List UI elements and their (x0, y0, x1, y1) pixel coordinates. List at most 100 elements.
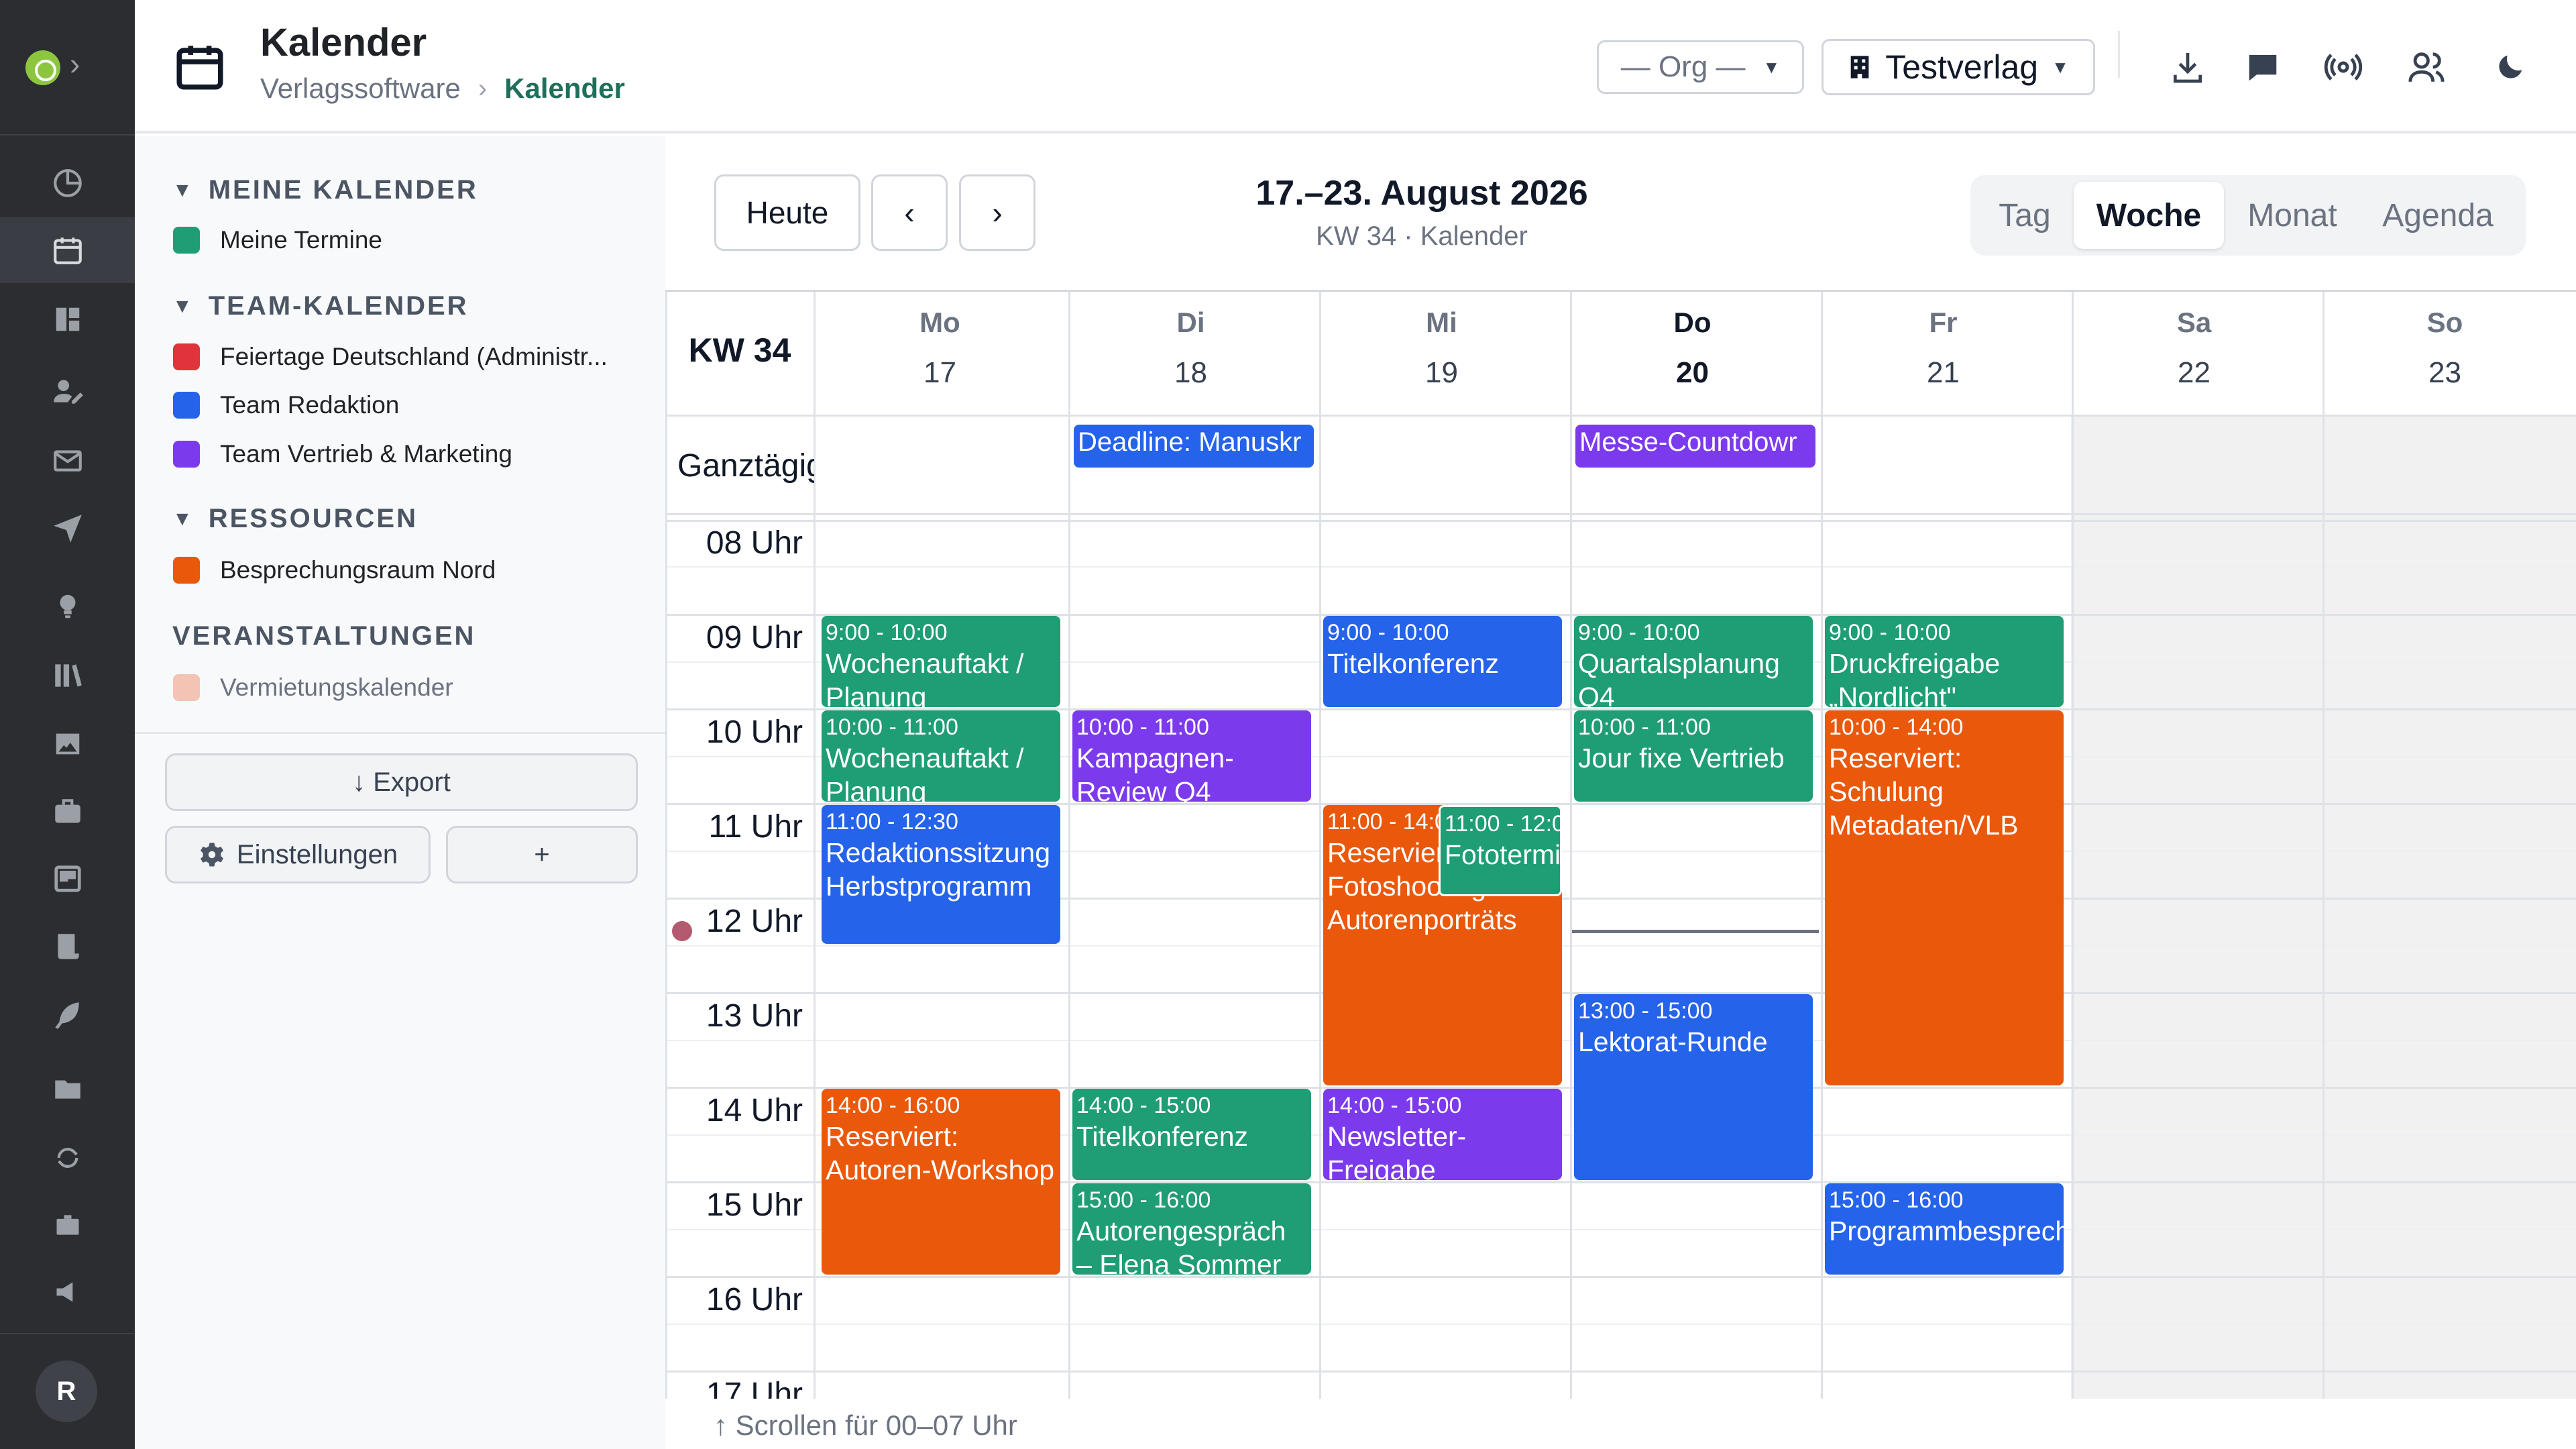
rail-item-ideas[interactable] (0, 574, 135, 639)
calendar-event[interactable]: 10:00 - 11:00 Kampagnen-Review Q4 (1072, 710, 1311, 802)
send-icon (53, 515, 82, 543)
current-time-line (1572, 930, 1819, 933)
export-button[interactable]: ↓ Export (165, 753, 638, 811)
team-button[interactable] (2406, 47, 2447, 87)
broadcast-button[interactable] (2323, 47, 2363, 87)
grid-line (665, 566, 2576, 568)
rail-item-projects[interactable] (0, 779, 135, 845)
date-range-subtitle: KW 34 · Kalender (1316, 221, 1528, 251)
day-header-fri[interactable]: Fr 21 (1819, 307, 2068, 390)
day-header-sun[interactable]: So 23 (2320, 307, 2569, 390)
hour-label: 14 Uhr (706, 1093, 803, 1128)
calendar-event[interactable]: 9:00 - 10:00 Druckfreigabe „Nordlicht" (1825, 616, 2064, 707)
event-time: 14:00 - 15:00 (1327, 1093, 1462, 1118)
settings-label: Einstellungen (236, 839, 398, 869)
section-resources[interactable]: ▼ RESSOURCEN (172, 504, 418, 534)
rail-item-mail[interactable] (0, 427, 135, 493)
calendar-color-swatch (173, 227, 200, 254)
header-divider (2118, 31, 2120, 78)
chat-button[interactable] (2243, 47, 2283, 87)
week-grid: KW 34 Mo 17 Di 18 Mi 19 Do 20 Fr 21 Sa 2… (665, 290, 2576, 1399)
export-label: ↓ Export (352, 767, 451, 797)
publisher-dropdown-value: Testverlag (1885, 48, 2039, 86)
view-tab-day[interactable]: Tag (1981, 182, 2068, 249)
day-header-mon[interactable]: Mo 17 (816, 307, 1064, 390)
calendar-icon (53, 237, 82, 264)
event-title: Jour fixe Vertrieb (1578, 743, 1785, 773)
day-header-thu[interactable]: Do 20 (1568, 307, 1817, 390)
rail-item-board[interactable] (0, 846, 135, 912)
calendar-event[interactable]: 9:00 - 10:00 Titelkonferenz (1323, 616, 1562, 707)
day-header-wed[interactable]: Mi 19 (1317, 307, 1566, 390)
calendar-event[interactable]: 9:00 - 10:00 Quartalsplanung Q4 (1574, 616, 1813, 707)
rail-item-authors[interactable] (0, 358, 135, 424)
view-tab-agenda[interactable]: Agenda (2362, 182, 2514, 249)
board-icon (54, 865, 81, 892)
add-calendar-button[interactable]: + (446, 826, 638, 883)
calendar-label: Team Vertrieb & Marketing (220, 440, 512, 468)
view-tab-week[interactable]: Woche (2074, 182, 2224, 249)
calendar-item-my-appointments[interactable]: Meine Termine (173, 225, 382, 256)
calendar-event[interactable]: 10:00 - 14:00 Reserviert: Schulung Metad… (1825, 710, 2064, 1085)
allday-event[interactable]: Messe-Countdowr (1575, 425, 1815, 468)
hour-label: 13 Uhr (706, 998, 803, 1034)
publisher-dropdown[interactable]: Testverlag ▼ (1822, 39, 2095, 95)
rail-item-calendar[interactable] (0, 217, 135, 283)
calendar-event[interactable]: 14:00 - 16:00 Reserviert: Autoren-Worksh… (822, 1089, 1060, 1275)
event-title: Druckfreigabe „Nordlicht" (1829, 648, 2001, 707)
calendar-event[interactable]: 9:00 - 10:00 Wochenauftakt / Planung (822, 616, 1060, 707)
chevron-right-icon[interactable]: › (70, 46, 80, 82)
allday-event[interactable]: Deadline: Manuskr (1074, 425, 1314, 468)
rail-item-send[interactable] (0, 494, 135, 560)
rail-item-writing[interactable] (0, 982, 135, 1048)
rail-item-folders[interactable] (0, 1056, 135, 1122)
calendar-item-team-editorial[interactable]: Team Redaktion (173, 390, 399, 421)
calendar-event[interactable]: 14:00 - 15:00 Newsletter-Freigabe (1323, 1089, 1562, 1180)
dark-mode-toggle[interactable] (2490, 47, 2530, 87)
rail-item-library[interactable] (0, 643, 135, 708)
rail-item-jobs[interactable] (0, 1192, 135, 1258)
calendar-item-rentals[interactable]: Vermietungskalender (173, 672, 453, 703)
hour-label: 10 Uhr (706, 714, 803, 750)
rail-item-layout[interactable] (0, 286, 135, 352)
view-tab-month[interactable]: Monat (2229, 182, 2356, 249)
rail-item-sync[interactable] (0, 1125, 135, 1191)
calendar-event[interactable]: 15:00 - 16:00 Programmbesprechung Frühja… (1825, 1183, 2064, 1275)
image-icon (56, 733, 79, 755)
event-title: Kampagnen-Review Q4 (1076, 743, 1234, 802)
calendar-event[interactable]: 15:00 - 16:00 Autorengespräch – Elena So… (1072, 1183, 1311, 1275)
org-dropdown[interactable]: — Org — ▼ (1597, 40, 1804, 94)
grid-line (665, 292, 667, 1399)
settings-button[interactable]: Einstellungen (165, 826, 431, 883)
rail-item-contracts[interactable] (0, 914, 135, 979)
download-button[interactable] (2168, 47, 2208, 87)
event-title: Redaktionssitzung Herbstprogramm (826, 837, 1051, 902)
event-time: 10:00 - 11:00 (1076, 714, 1209, 740)
calendar-event[interactable]: 14:00 - 15:00 Titelkonferenz (1072, 1089, 1311, 1180)
event-time: 10:00 - 14:00 (1829, 714, 1964, 740)
calendar-item-team-sales[interactable]: Team Vertrieb & Marketing (173, 439, 512, 470)
breadcrumb-root[interactable]: Verlagssoftware (260, 72, 461, 105)
event-title: Reserviert: Autoren-Workshop (826, 1121, 1055, 1185)
day-header-sat[interactable]: Sa 22 (2070, 307, 2318, 390)
avatar[interactable]: R (36, 1360, 97, 1422)
calendar-item-holidays[interactable]: Feiertage Deutschland (Administr... (173, 341, 608, 372)
section-team-calendars[interactable]: ▼ TEAM-KALENDER (172, 291, 469, 321)
rail-item-announcements[interactable] (0, 1259, 135, 1325)
calendar-event[interactable]: 11:00 - 12:30 Redaktionssitzung Herbstpr… (822, 805, 1060, 944)
page-title: Kalender (260, 21, 427, 64)
caret-down-icon: ▼ (2052, 56, 2069, 77)
calendar-event[interactable]: 11:00 - 12:00 Fototermin Autorenporträts (1439, 805, 1562, 896)
calendar-event[interactable]: 10:00 - 11:00 Wochenauftakt / Planung (822, 710, 1060, 802)
calendar-event[interactable]: 10:00 - 11:00 Jour fixe Vertrieb (1574, 710, 1813, 802)
event-time: 10:00 - 11:00 (1578, 714, 1711, 740)
app-logo[interactable] (25, 50, 60, 85)
calendar-item-meeting-room[interactable]: Besprechungsraum Nord (173, 555, 496, 586)
calendar-event[interactable]: 13:00 - 15:00 Lektorat-Runde (1574, 994, 1813, 1180)
event-title: Reserviert: Schulung Metadaten/VLB (1829, 743, 2019, 841)
day-header-tue[interactable]: Di 18 (1066, 307, 1315, 390)
rail-item-dashboard[interactable] (0, 150, 135, 216)
scroll-hint[interactable]: ↑ Scrollen für 00–07 Uhr (714, 1409, 1017, 1442)
rail-item-images[interactable] (0, 711, 135, 777)
section-my-calendars[interactable]: ▼ MEINE KALENDER (172, 175, 478, 205)
